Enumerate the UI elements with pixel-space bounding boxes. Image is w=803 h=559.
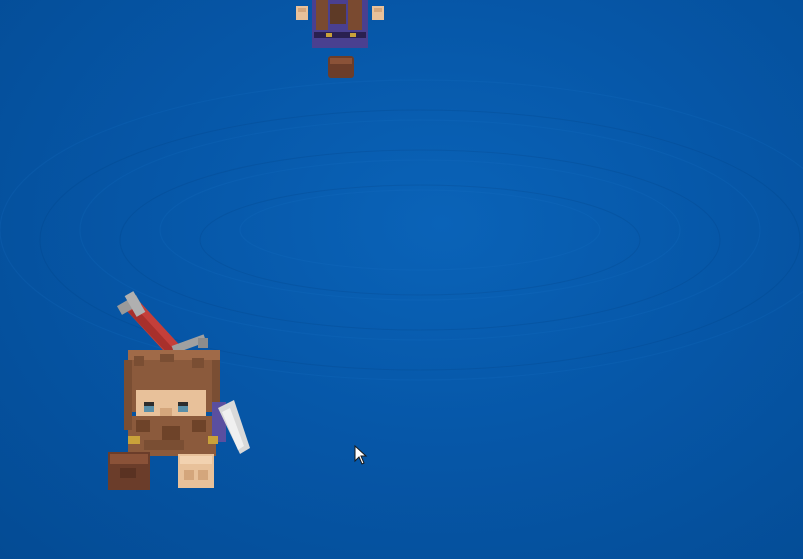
- mouse-pointer-icon: [354, 445, 368, 465]
- distant-dwarf-character[interactable]: [290, 0, 390, 84]
- game-viewport[interactable]: [0, 0, 803, 559]
- player-dwarf-character[interactable]: [100, 290, 260, 500]
